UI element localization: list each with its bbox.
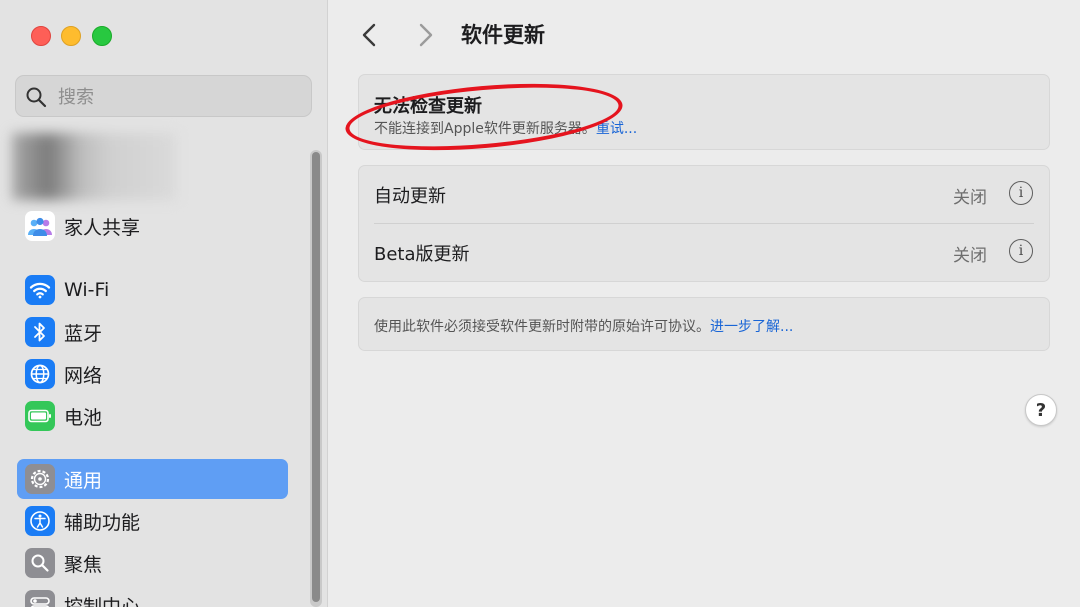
sidebar-item-control-center[interactable]: 控制中心 [17,585,288,607]
wifi-icon [25,275,55,305]
battery-icon [25,401,55,431]
sidebar: 家人共享 Wi-Fi 蓝牙 [0,0,328,607]
gear-icon [25,464,55,494]
forward-chevron-icon[interactable] [413,22,437,48]
sidebar-item-general[interactable]: 通用 [17,459,288,499]
sidebar-item-family-sharing[interactable]: 家人共享 [17,206,288,246]
sidebar-item-label: 网络 [64,364,103,387]
main-content: 软件更新 无法检查更新 不能连接到Apple软件更新服务器。重试... 自动更新… [328,0,1080,607]
sidebar-item-label: 家人共享 [64,216,141,239]
accessibility-icon [25,506,55,536]
sidebar-item-label: 辅助功能 [64,511,141,534]
network-icon [25,359,55,389]
beta-updates-row[interactable]: Beta版更新 关闭 i [359,224,1049,282]
sidebar-item-label: 电池 [64,406,103,429]
bluetooth-icon [25,317,55,347]
sidebar-item-label: 蓝牙 [64,322,103,345]
sidebar-item-battery[interactable]: 电池 [17,396,288,436]
license-message: 使用此软件必须接受软件更新时附带的原始许可协议。 [374,319,710,335]
sidebar-scrollbar-thumb[interactable] [312,152,320,602]
zoom-window-button[interactable] [92,26,112,46]
beta-updates-value: 关闭 [953,246,987,266]
sidebar-item-bluetooth[interactable]: 蓝牙 [17,312,288,352]
search-input[interactable] [56,76,300,118]
automatic-updates-value: 关闭 [953,188,987,208]
beta-updates-label: Beta版更新 [374,244,470,265]
learn-more-link[interactable]: 进一步了解... [710,319,793,335]
info-icon[interactable]: i [1009,181,1033,205]
account-avatar-blurred[interactable] [12,133,176,200]
sidebar-item-label: 通用 [64,469,103,492]
license-text: 使用此软件必须接受软件更新时附带的原始许可协议。进一步了解... [374,316,793,336]
close-window-button[interactable] [31,26,51,46]
sidebar-item-wifi[interactable]: Wi-Fi [17,270,288,310]
control-center-icon [25,590,55,607]
back-chevron-icon[interactable] [358,22,382,48]
sidebar-item-label: Wi-Fi [64,279,110,301]
automatic-updates-row[interactable]: 自动更新 关闭 i [359,166,1049,224]
sidebar-scrollbar[interactable] [310,150,322,607]
help-button[interactable]: ? [1025,394,1057,426]
search-icon [26,87,47,108]
sidebar-item-label: 控制中心 [64,595,141,607]
sidebar-item-network[interactable]: 网络 [17,354,288,394]
sidebar-item-accessibility[interactable]: 辅助功能 [17,501,288,541]
sidebar-item-label: 聚焦 [64,553,103,576]
automatic-updates-label: 自动更新 [374,186,446,207]
search-field[interactable] [15,75,312,118]
license-card: 使用此软件必须接受软件更新时附带的原始许可协议。进一步了解... [358,297,1050,351]
spotlight-icon [25,548,55,578]
sidebar-item-spotlight[interactable]: 聚焦 [17,543,288,583]
page-title: 软件更新 [461,23,545,47]
info-icon[interactable]: i [1009,239,1033,263]
minimize-window-button[interactable] [61,26,81,46]
update-settings-card: 自动更新 关闭 i Beta版更新 关闭 i [358,165,1050,282]
family-sharing-icon [25,211,55,241]
